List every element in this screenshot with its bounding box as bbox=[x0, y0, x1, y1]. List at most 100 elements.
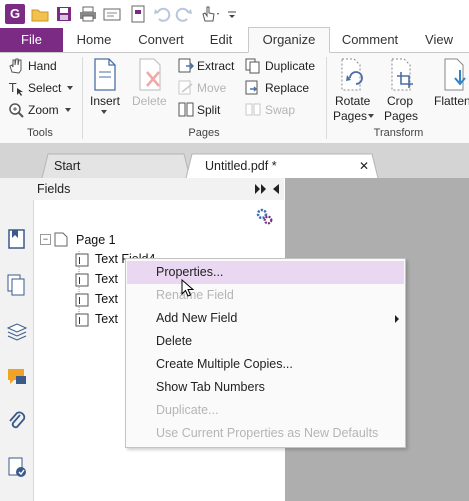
crop-pages-icon bbox=[389, 58, 417, 92]
context-menu: Properties... Rename Field Add New Field… bbox=[125, 258, 406, 448]
comments-icon[interactable] bbox=[6, 366, 28, 388]
attachments-icon[interactable] bbox=[6, 410, 28, 432]
insert-dropdown-icon[interactable] bbox=[101, 110, 109, 116]
split-button[interactable]: Split bbox=[197, 103, 220, 117]
hand-tool-button[interactable]: Hand bbox=[28, 59, 57, 73]
field-item-3[interactable]: Text bbox=[95, 292, 118, 306]
text-field-icon: I bbox=[75, 273, 89, 287]
select-tool-button[interactable]: Select bbox=[28, 81, 61, 95]
swap-icon bbox=[245, 102, 261, 118]
zoom-tool-button[interactable]: Zoom bbox=[28, 103, 59, 117]
menu-item-properties[interactable]: Properties... bbox=[127, 261, 404, 284]
app-logo-icon[interactable]: G bbox=[5, 4, 25, 24]
extract-button[interactable]: Extract bbox=[197, 59, 234, 73]
print-icon[interactable] bbox=[78, 4, 98, 24]
duplicate-icon bbox=[245, 58, 261, 74]
zoom-dropdown-icon[interactable] bbox=[65, 108, 73, 114]
replace-icon bbox=[245, 80, 261, 96]
replace-button[interactable]: Replace bbox=[265, 81, 309, 95]
tab-organize[interactable]: Organize bbox=[248, 27, 330, 53]
tab-home[interactable]: Home bbox=[66, 28, 122, 52]
undo-icon[interactable] bbox=[152, 4, 172, 24]
navigation-rail bbox=[0, 200, 34, 501]
svg-text:I: I bbox=[78, 296, 81, 307]
open-folder-icon[interactable] bbox=[30, 4, 50, 24]
text-field-icon: I bbox=[75, 293, 89, 307]
menu-item-label: Create Multiple Copies... bbox=[156, 357, 293, 371]
transform-group-label: Transform bbox=[373, 127, 424, 139]
delete-button[interactable]: Delete bbox=[132, 94, 167, 108]
rotate-pages-icon bbox=[339, 58, 367, 92]
move-icon bbox=[178, 80, 194, 96]
document-icon[interactable] bbox=[128, 4, 148, 24]
crop-pages-label-2[interactable]: Pages bbox=[384, 109, 418, 123]
move-button[interactable]: Move bbox=[197, 81, 226, 95]
tab-convert[interactable]: Convert bbox=[128, 28, 194, 52]
flatten-button[interactable]: Flatten bbox=[434, 94, 469, 108]
quick-access-toolbar: G bbox=[0, 0, 469, 28]
tab-view[interactable]: View bbox=[414, 28, 464, 52]
layers-icon[interactable] bbox=[6, 320, 28, 342]
select-text-icon: T bbox=[8, 80, 24, 96]
text-field-icon: I bbox=[75, 253, 89, 267]
insert-button[interactable]: Insert bbox=[90, 94, 120, 108]
redo-icon[interactable] bbox=[174, 4, 194, 24]
touch-hand-icon[interactable] bbox=[198, 4, 219, 24]
svg-text:T: T bbox=[8, 81, 17, 95]
fields-panel-header: Fields bbox=[0, 178, 284, 201]
svg-text:I: I bbox=[78, 316, 81, 327]
flatten-icon bbox=[442, 58, 469, 92]
menu-item-label: Delete bbox=[156, 334, 193, 348]
menu-item-rename-field[interactable]: Rename Field bbox=[127, 284, 404, 307]
document-tab-bar: Start Untitled.pdf * ✕ bbox=[0, 144, 469, 178]
tab-untitled-pdf-label: Untitled.pdf * bbox=[205, 159, 277, 173]
rotate-dropdown-icon[interactable] bbox=[368, 114, 376, 120]
tab-edit[interactable]: Edit bbox=[198, 28, 244, 52]
delete-page-icon bbox=[137, 58, 163, 92]
submenu-arrow-icon bbox=[395, 315, 400, 323]
customize-dropdown-icon[interactable] bbox=[226, 4, 246, 24]
swap-button[interactable]: Swap bbox=[265, 103, 295, 117]
tab-comment[interactable]: Comment bbox=[333, 28, 407, 52]
page-node-icon bbox=[54, 232, 68, 247]
bookmark-icon[interactable] bbox=[6, 228, 28, 250]
menu-item-duplicate[interactable]: Duplicate... bbox=[127, 399, 404, 422]
menu-item-delete[interactable]: Delete bbox=[127, 330, 404, 353]
svg-text:I: I bbox=[78, 256, 81, 267]
rotate-pages-label-2[interactable]: Pages bbox=[333, 109, 367, 123]
menu-item-label: Show Tab Numbers bbox=[156, 380, 265, 394]
fields-panel-title: Fields bbox=[37, 182, 71, 196]
rotate-pages-button[interactable]: Rotate bbox=[335, 94, 370, 108]
menu-item-show-tab-numbers[interactable]: Show Tab Numbers bbox=[127, 376, 404, 399]
save-icon[interactable] bbox=[54, 4, 74, 24]
text-field-icon: I bbox=[75, 313, 89, 327]
tab-file[interactable]: File bbox=[0, 28, 63, 52]
menu-item-use-current-properties[interactable]: Use Current Properties as New Defaults bbox=[127, 422, 404, 445]
ribbon-tab-bar: File Home Convert Edit Organize Comment … bbox=[0, 27, 469, 53]
page-node-label[interactable]: Page 1 bbox=[76, 233, 116, 247]
signatures-icon[interactable] bbox=[6, 456, 28, 478]
field-item-2[interactable]: Text bbox=[95, 272, 118, 286]
scan-icon[interactable] bbox=[102, 4, 122, 24]
field-item-4[interactable]: Text bbox=[95, 312, 118, 326]
menu-item-add-new-field[interactable]: Add New Field bbox=[127, 307, 404, 330]
hand-icon bbox=[8, 58, 24, 74]
expand-panel-icon[interactable] bbox=[255, 184, 267, 194]
close-tab-icon[interactable]: ✕ bbox=[359, 154, 369, 178]
ribbon-separator bbox=[326, 57, 327, 139]
svg-text:I: I bbox=[78, 276, 81, 287]
field-settings-gear-icon[interactable] bbox=[255, 207, 273, 225]
crop-pages-button[interactable]: Crop bbox=[387, 94, 413, 108]
tree-collapse-toggle[interactable]: − bbox=[40, 234, 51, 245]
collapse-panel-icon[interactable] bbox=[272, 184, 280, 194]
menu-item-label: Add New Field bbox=[156, 311, 238, 325]
duplicate-button[interactable]: Duplicate bbox=[265, 59, 315, 73]
ribbon-separator bbox=[82, 57, 83, 139]
thumbnails-icon[interactable] bbox=[6, 274, 28, 296]
select-dropdown-icon[interactable] bbox=[67, 86, 75, 92]
menu-item-label: Duplicate... bbox=[156, 403, 219, 417]
menu-item-create-multiple-copies[interactable]: Create Multiple Copies... bbox=[127, 353, 404, 376]
zoom-icon bbox=[8, 102, 24, 118]
pages-group-label: Pages bbox=[188, 127, 220, 139]
tab-start-label: Start bbox=[54, 159, 81, 173]
